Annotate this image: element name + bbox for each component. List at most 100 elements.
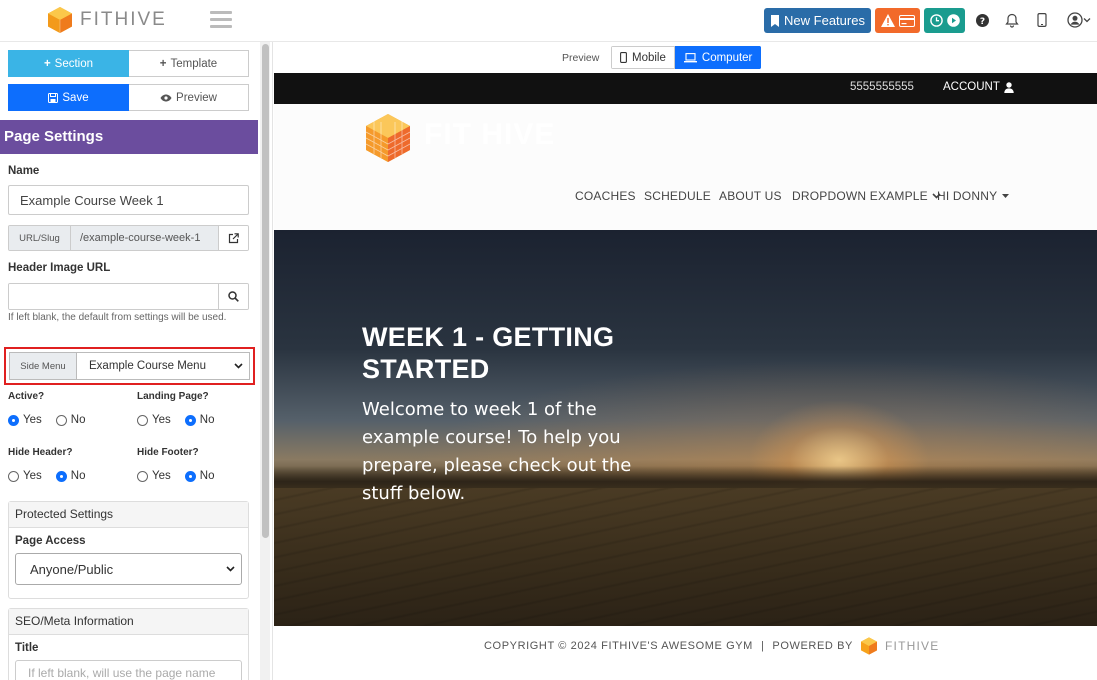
header-image-input[interactable] <box>9 284 218 309</box>
hide-footer-no-label: No <box>199 470 215 482</box>
hide-header-no-radio[interactable] <box>55 470 67 482</box>
computer-preview-button[interactable]: Computer <box>674 46 762 69</box>
side-menu-addon: Side Menu <box>10 353 77 379</box>
app-brand-name: FITHIVE <box>80 9 167 30</box>
hero-title: WEEK 1 - GETTING STARTED <box>362 322 615 384</box>
nav-user-menu[interactable]: HI DONNY <box>937 189 1010 203</box>
mobile-icon[interactable] <box>1033 11 1051 29</box>
mobile-preview-button[interactable]: Mobile <box>611 46 675 69</box>
add-section-label: Section <box>54 57 94 70</box>
scrollbar-thumb[interactable] <box>262 44 269 538</box>
landing-yes-radio[interactable] <box>137 414 148 426</box>
url-slug-addon: URL/Slug <box>9 226 71 250</box>
save-label: Save <box>62 91 89 104</box>
floppy-disk-icon <box>48 92 59 103</box>
nav-dropdown-example[interactable]: DROPDOWN EXAMPLE <box>792 189 941 203</box>
hide-header-no-option[interactable]: No <box>55 470 86 482</box>
seo-title: SEO/Meta Information <box>9 609 248 635</box>
side-menu-highlight: Side Menu Example Course Menu <box>4 347 255 385</box>
seo-title-label: Title <box>15 642 39 654</box>
seo-panel: SEO/Meta Information Title If left blank… <box>8 608 249 680</box>
timer-button[interactable] <box>924 8 965 33</box>
active-no-radio[interactable] <box>55 414 67 426</box>
add-template-label: Template <box>170 57 218 70</box>
footer-hive-logo-icon[interactable] <box>861 637 877 655</box>
user-circle-icon <box>1067 12 1083 28</box>
chevron-down-icon <box>226 566 235 572</box>
open-external-link-icon[interactable] <box>218 226 248 250</box>
preview-button[interactable]: Preview <box>129 84 249 111</box>
preview-mode-toggle: Mobile Computer <box>611 46 762 69</box>
alerts-button[interactable] <box>875 8 920 33</box>
hide-footer-no-option[interactable]: No <box>184 470 215 482</box>
landing-page-label: Landing Page? <box>137 391 209 402</box>
site-logo-text[interactable]: FIT HIVE <box>424 118 555 152</box>
hero-field <box>274 488 1097 626</box>
search-icon[interactable] <box>218 284 248 309</box>
new-features-label: New Features <box>784 13 865 28</box>
site-hive-logo-icon[interactable] <box>366 114 410 162</box>
clock-icon <box>929 14 943 27</box>
panel-divider <box>272 42 273 680</box>
nav-about-us[interactable]: ABOUT US <box>719 189 782 203</box>
plus-icon: + <box>159 57 167 70</box>
add-button-group: + Section + Template <box>8 50 249 77</box>
menu-toggle-icon[interactable] <box>210 11 232 29</box>
active-yes-radio[interactable] <box>8 414 19 426</box>
site-footer: COPYRIGHT © 2024 FITHIVE'S AWESOME GYM |… <box>274 626 1097 680</box>
footer-copyright: COPYRIGHT © 2024 FITHIVE'S AWESOME GYM <box>484 640 753 652</box>
mobile-icon <box>620 52 627 63</box>
hide-footer-label: Hide Footer? <box>137 447 199 458</box>
hide-header-yes-option[interactable]: Yes <box>8 470 42 482</box>
footer-separator: | <box>760 640 765 652</box>
page-access-select[interactable]: Anyone/Public <box>15 553 242 585</box>
hide-header-yes-radio[interactable] <box>8 470 19 482</box>
hide-header-no-label: No <box>70 470 86 482</box>
page-settings-title: Page Settings <box>0 120 258 154</box>
landing-no-radio[interactable] <box>184 414 196 426</box>
protected-settings-title: Protected Settings <box>9 502 248 528</box>
save-button[interactable]: Save <box>8 84 129 111</box>
side-menu-select[interactable]: Example Course Menu <box>77 353 249 379</box>
active-no-option[interactable]: No <box>55 414 86 426</box>
footer-brand[interactable]: FITHIVE <box>885 639 939 653</box>
nav-user-label: HI DONNY <box>937 189 998 203</box>
credit-card-icon <box>898 14 915 27</box>
landing-no-label: No <box>199 414 215 426</box>
landing-no-option[interactable]: No <box>184 414 215 426</box>
add-section-button[interactable]: + Section <box>8 50 129 77</box>
preview-mode-label: Preview <box>562 52 600 64</box>
site-preview: 5555555555 ACCOUNT FIT HIVE COACHES SCHE… <box>274 73 1097 680</box>
url-slug-input[interactable]: /example-course-week-1 <box>71 226 218 250</box>
landing-yes-option[interactable]: Yes <box>137 414 171 426</box>
question-icon[interactable]: ? <box>973 11 991 29</box>
bell-icon[interactable] <box>1003 11 1021 29</box>
active-no-label: No <box>70 414 86 426</box>
svg-text:?: ? <box>979 17 984 27</box>
site-phone[interactable]: 5555555555 <box>850 81 914 93</box>
laptop-icon <box>683 52 697 62</box>
eye-icon <box>160 94 172 101</box>
header-image-group <box>8 283 249 310</box>
protected-settings-panel: Protected Settings Page Access Anyone/Pu… <box>8 501 249 599</box>
site-account-link[interactable]: ACCOUNT <box>943 81 1014 93</box>
hide-footer-no-radio[interactable] <box>184 470 196 482</box>
landing-yes-label: Yes <box>152 414 171 426</box>
nav-schedule[interactable]: SCHEDULE <box>644 189 711 203</box>
top-bar: FITHIVE New Features ? <box>0 0 1097 42</box>
sidebar-scrollbar[interactable] <box>260 42 270 680</box>
new-features-button[interactable]: New Features <box>764 8 871 33</box>
active-radio-group: Yes No <box>8 414 95 426</box>
bookmark-icon <box>771 14 780 27</box>
page-name-input[interactable]: Example Course Week 1 <box>8 185 249 215</box>
hide-footer-yes-option[interactable]: Yes <box>137 470 171 482</box>
user-menu-button[interactable] <box>1065 11 1093 29</box>
add-template-button[interactable]: + Template <box>129 50 249 77</box>
active-yes-option[interactable]: Yes <box>8 414 42 426</box>
hide-footer-yes-radio[interactable] <box>137 470 148 482</box>
nav-coaches[interactable]: COACHES <box>575 189 636 203</box>
app-logo[interactable]: FITHIVE <box>48 7 167 33</box>
seo-title-input[interactable]: If left blank, will use the page name <box>15 660 242 680</box>
mobile-preview-label: Mobile <box>632 51 666 64</box>
active-label: Active? <box>8 391 45 402</box>
